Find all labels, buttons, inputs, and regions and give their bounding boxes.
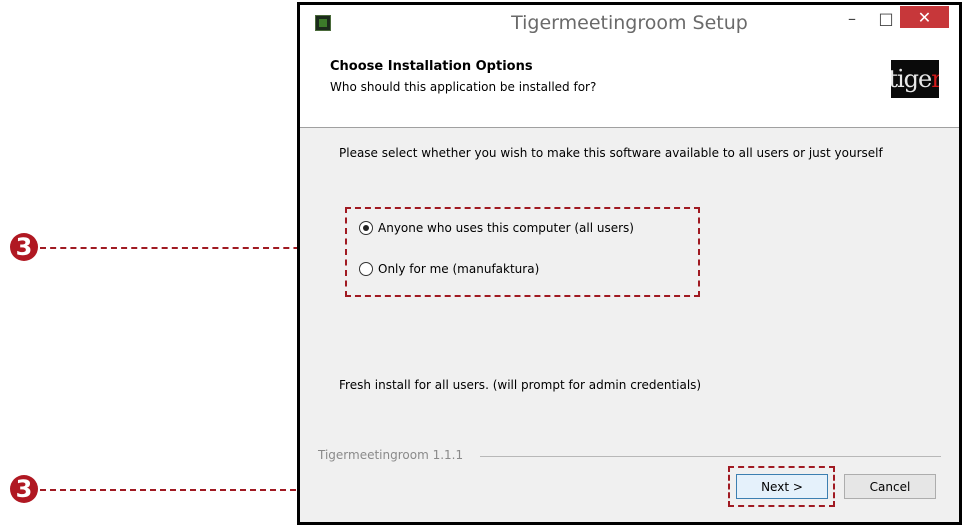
callout-badge-options: 3 xyxy=(10,233,38,261)
selection-prompt: Please select whether you wish to make t… xyxy=(339,146,883,160)
tiger-logo: tige r xyxy=(891,60,939,98)
maximize-button[interactable]: □ xyxy=(871,4,901,32)
callout-badge-next: 3 xyxy=(10,475,38,503)
close-button[interactable]: ✕ xyxy=(900,6,949,28)
highlight-box-options xyxy=(345,207,700,297)
install-status: Fresh install for all users. (will promp… xyxy=(339,378,702,392)
branding-divider xyxy=(480,456,941,457)
callout-line-options xyxy=(40,247,340,249)
page-title: Choose Installation Options xyxy=(330,59,533,74)
branding-text: Tigermeetingroom 1.1.1 xyxy=(318,448,464,462)
minimize-button[interactable]: – xyxy=(837,4,867,32)
title-bar[interactable]: Tigermeetingroom Setup – □ ✕ xyxy=(297,2,962,42)
page-subtitle: Who should this application be installed… xyxy=(330,80,597,94)
app-icon xyxy=(315,15,331,31)
page-header: Choose Installation Options Who should t… xyxy=(300,42,959,128)
highlight-box-next xyxy=(728,466,835,507)
cancel-button[interactable]: Cancel xyxy=(844,474,936,499)
